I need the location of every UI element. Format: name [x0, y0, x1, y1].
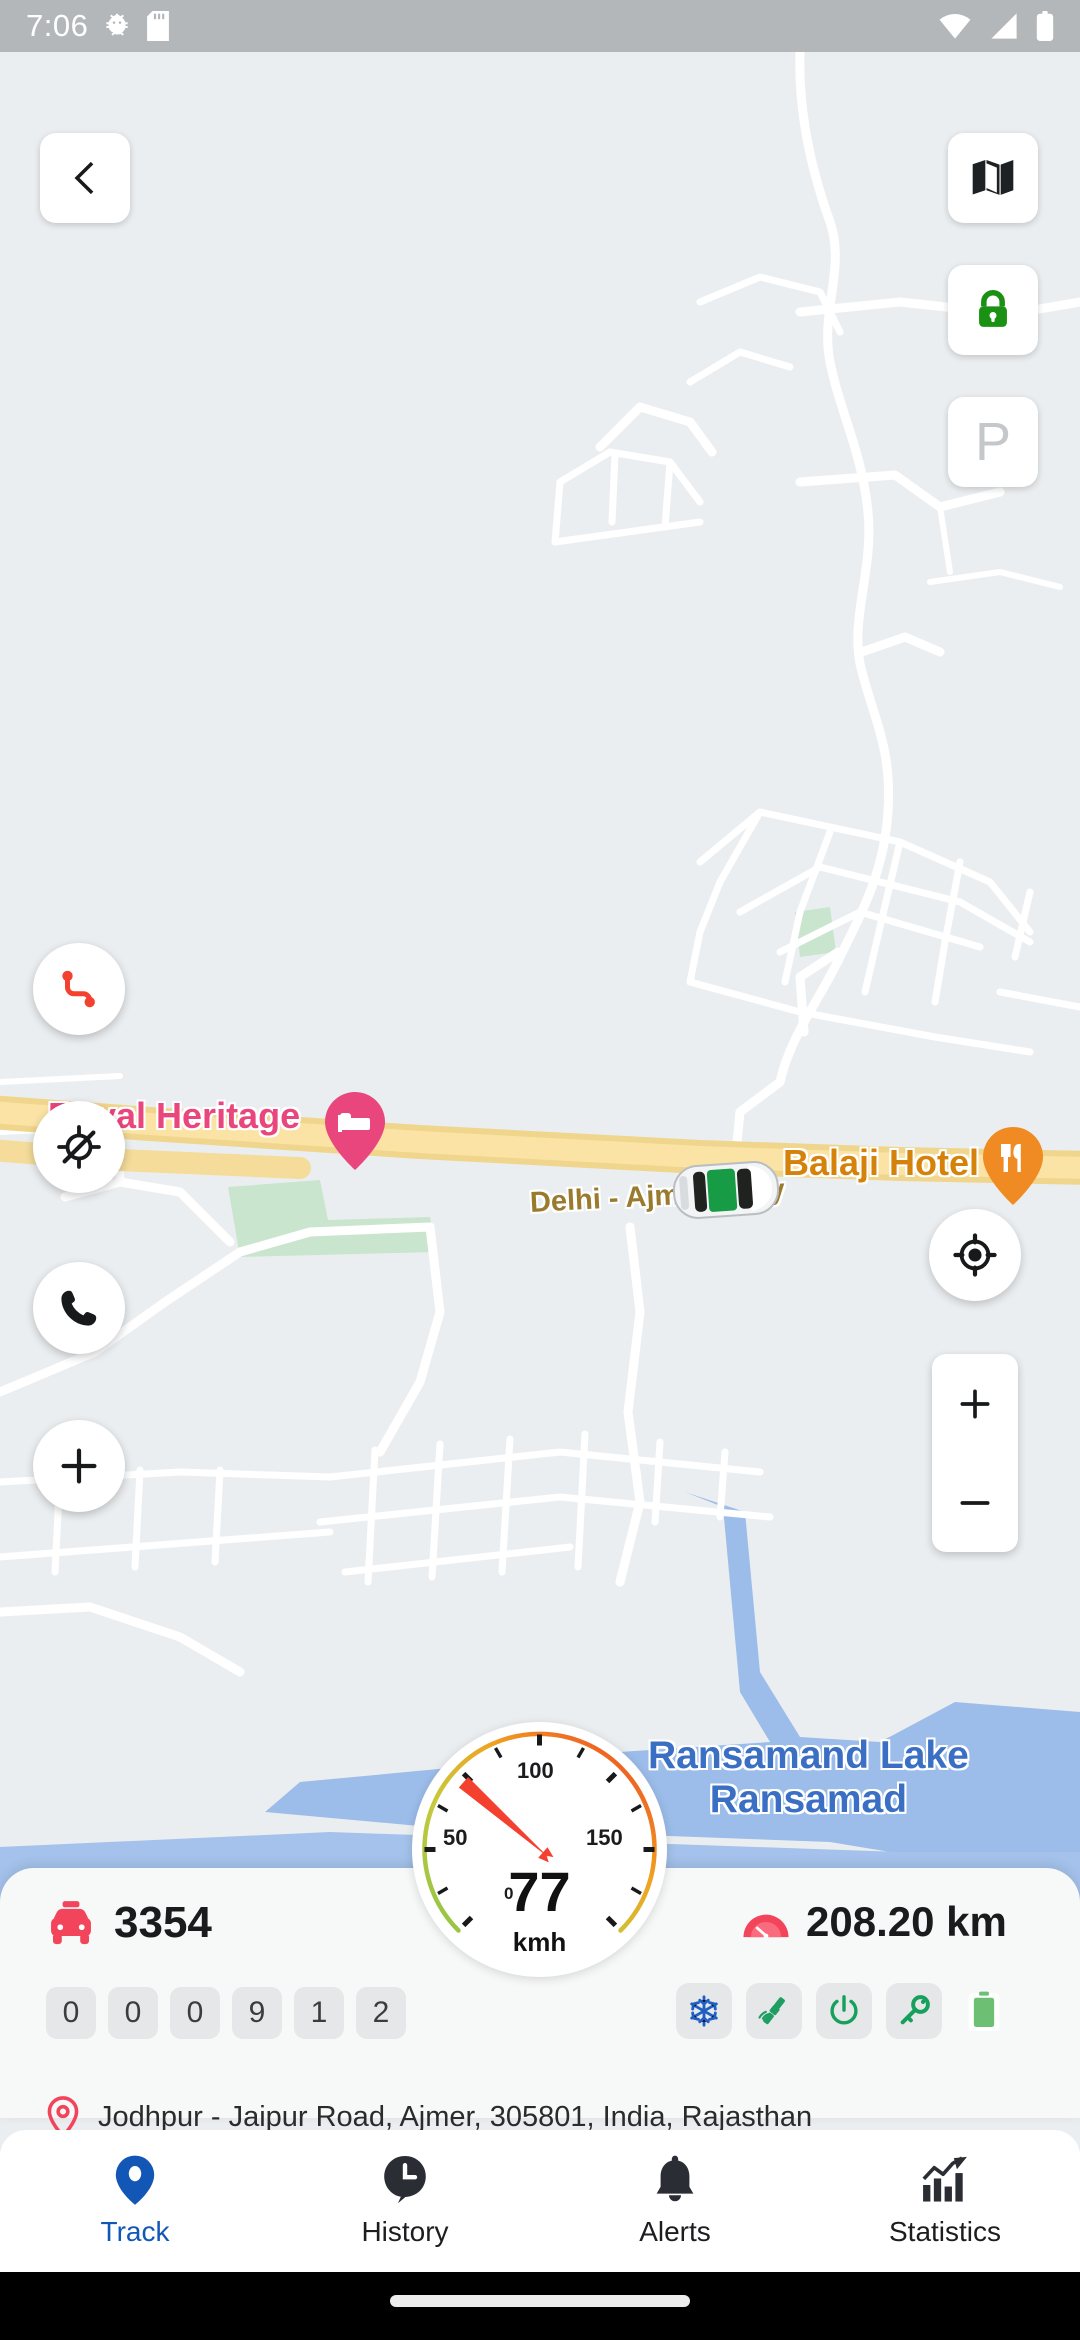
- lock-icon: [979, 290, 1007, 327]
- status-bar-right: [938, 11, 1054, 41]
- nav-label-history: History: [361, 2216, 449, 2247]
- plus-icon: [960, 1389, 990, 1418]
- status-chip-gps[interactable]: [746, 1983, 802, 2039]
- power-icon: [830, 1995, 858, 2025]
- speedometer-value: 77: [508, 1860, 571, 1923]
- vehicle-status-chips: [676, 1983, 1012, 2039]
- address-text: Jodhpur - Jaipur Road, Ajmer, 305801, In…: [98, 2100, 813, 2133]
- status-chip-ignition[interactable]: [886, 1983, 942, 2039]
- gps-satellite-icon: [758, 1997, 785, 2025]
- call-button[interactable]: [33, 1262, 125, 1354]
- speedometer-tick-100: 100: [517, 1758, 554, 1783]
- vehicle-number: 3354: [114, 1898, 212, 1947]
- bottom-navigation: Track History Alerts Statistics: [0, 2130, 1080, 2272]
- odometer-digit: 1: [294, 1987, 344, 2039]
- poi-royal-heritage[interactable]: [325, 1092, 385, 1175]
- nav-item-alerts[interactable]: Alerts: [540, 2130, 810, 2272]
- odometer-digit: 2: [356, 1987, 406, 2039]
- cellular-signal-icon: [991, 13, 1017, 39]
- speedometer-unit: kmh: [512, 1927, 567, 1957]
- vehicle-block[interactable]: 3354: [46, 1898, 212, 1948]
- road-network: [0, 52, 1080, 1677]
- route-button[interactable]: [33, 943, 125, 1035]
- map-layers-icon: [972, 159, 1014, 195]
- poi-balaji-hotel[interactable]: [983, 1127, 1043, 1210]
- status-chip-battery[interactable]: [956, 1983, 1012, 2039]
- odometer-digit: 0: [108, 1987, 158, 2039]
- nav-item-history[interactable]: History: [270, 2130, 540, 2272]
- parking-button[interactable]: P: [948, 397, 1038, 487]
- vehicle-marker[interactable]: [672, 1157, 780, 1228]
- back-button[interactable]: [40, 133, 130, 223]
- parking-label: P: [974, 412, 1012, 472]
- odometer-digit: 0: [170, 1987, 220, 2039]
- system-status-bar: 7:06: [0, 0, 1080, 52]
- zoom-controls[interactable]: [932, 1354, 1018, 1552]
- odometer-display: 0 0 0 9 1 2: [46, 1987, 406, 2039]
- car-icon: [51, 1901, 91, 1945]
- my-location-button[interactable]: [929, 1209, 1021, 1301]
- odometer-gauge-icon: [743, 1914, 789, 1939]
- bar-chart-icon: [922, 2156, 967, 2202]
- speedometer-tick-50: 50: [443, 1825, 468, 1850]
- gps-off-icon: [57, 1125, 101, 1169]
- nav-label-track: Track: [100, 2216, 170, 2247]
- car-top-view-icon: [672, 1161, 780, 1219]
- status-chip-power[interactable]: [816, 1983, 872, 2039]
- android-debug-icon: [106, 13, 128, 36]
- map-label-balaji-hotel: Balaji Hotel: [783, 1142, 980, 1183]
- gps-off-button[interactable]: [33, 1101, 125, 1193]
- phone-icon: [61, 1290, 97, 1326]
- ignition-key-icon: [900, 1995, 930, 2025]
- odometer-digit: 9: [232, 1987, 282, 2039]
- ac-snowflake-icon: [690, 1995, 718, 2027]
- zoom-out-button[interactable]: [932, 1453, 1018, 1552]
- clock-icon: [384, 2156, 426, 2204]
- status-chip-ac[interactable]: [676, 1983, 732, 2039]
- distance-block: 208.20 km: [742, 1898, 1007, 1946]
- speedometer-tick-150: 150: [586, 1825, 623, 1850]
- restaurant-pin-icon: [983, 1127, 1043, 1205]
- lake-label-line1: Ransamand Lake: [648, 1734, 969, 1777]
- bell-icon: [656, 2155, 694, 2202]
- odometer-digit: 0: [46, 1987, 96, 2039]
- map-label-lake: Ransamand Lake Ransamad: [648, 1734, 969, 1821]
- immobilizer-lock-button[interactable]: [948, 265, 1038, 355]
- nav-item-track[interactable]: Track: [0, 2130, 270, 2272]
- zoom-in-button[interactable]: [932, 1354, 1018, 1453]
- add-icon: [61, 1448, 97, 1484]
- back-chevron-icon: [74, 161, 94, 195]
- status-bar-time: 7:06: [26, 8, 89, 43]
- nav-item-statistics[interactable]: Statistics: [810, 2130, 1080, 2272]
- location-pin-icon: [115, 2155, 155, 2205]
- add-button[interactable]: [33, 1420, 125, 1512]
- hotel-pin-icon: [325, 1092, 385, 1170]
- battery-icon: [968, 1991, 1000, 2031]
- my-location-icon: [953, 1233, 997, 1277]
- speedometer-needle: [458, 1777, 554, 1863]
- speedometer-gauge: 0 50 100 150 77 kmh: [412, 1722, 667, 1977]
- home-gesture-pill[interactable]: [390, 2295, 690, 2307]
- map-type-button[interactable]: [948, 133, 1038, 223]
- minus-icon: [960, 1500, 990, 1505]
- sd-card-icon: [147, 11, 170, 41]
- nav-label-alerts: Alerts: [639, 2216, 711, 2247]
- status-bar-left: 7:06: [26, 8, 170, 44]
- wifi-icon: [939, 14, 971, 39]
- route-icon: [62, 970, 95, 1008]
- lake-label-line2: Ransamad: [709, 1777, 908, 1821]
- nav-label-statistics: Statistics: [888, 2216, 1002, 2247]
- battery-icon: [1036, 11, 1054, 41]
- distance-value: 208.20 km: [806, 1898, 1007, 1945]
